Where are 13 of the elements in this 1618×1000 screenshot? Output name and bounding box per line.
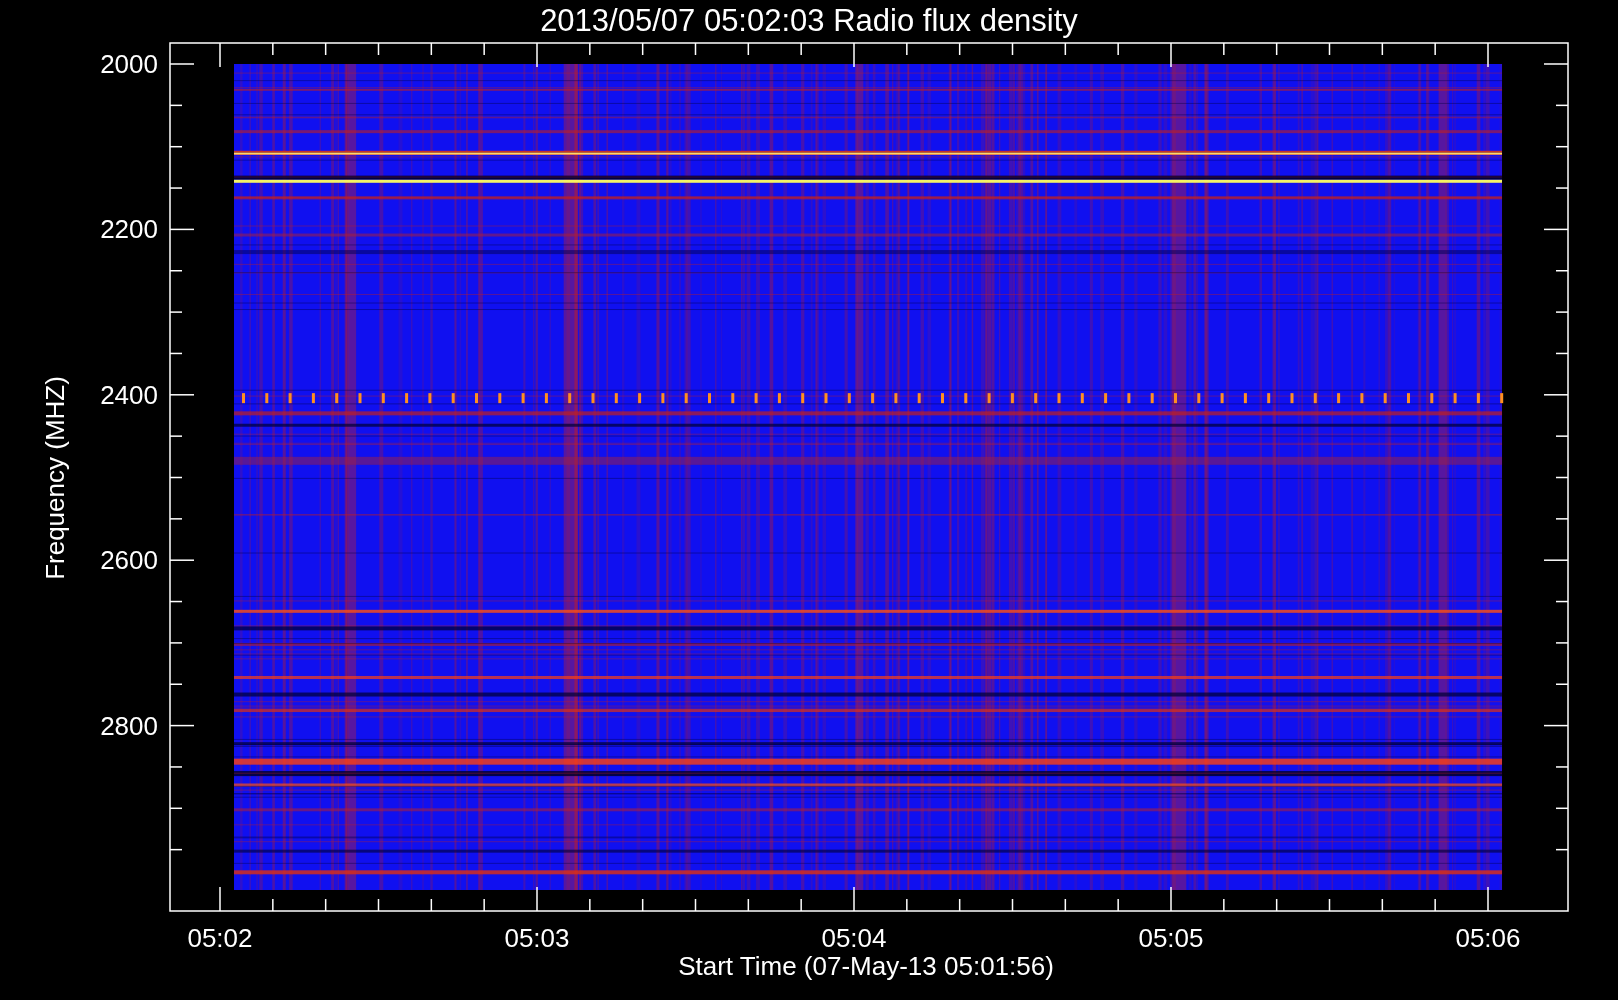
y-tick-label: 2000	[100, 49, 158, 79]
x-tick-label: 05:02	[187, 923, 253, 953]
x-tick-label: 05:05	[1138, 923, 1204, 953]
y-tick-label: 2600	[100, 545, 158, 576]
x-tick-label: 05:03	[504, 923, 570, 953]
y-tick-label: 2200	[100, 214, 158, 245]
y-tick-label: 2400	[100, 379, 158, 410]
y-tick-label: 2800	[100, 710, 158, 741]
x-tick-label: 05:04	[821, 923, 887, 953]
y-axis-label: Frequency (MHZ)	[40, 376, 70, 580]
x-tick-label: 05:06	[1455, 923, 1521, 953]
plot-title: 2013/05/07 05:02:03 Radio flux density	[540, 3, 1078, 38]
x-axis-label: Start Time (07-May-13 05:01:56)	[678, 951, 1054, 981]
